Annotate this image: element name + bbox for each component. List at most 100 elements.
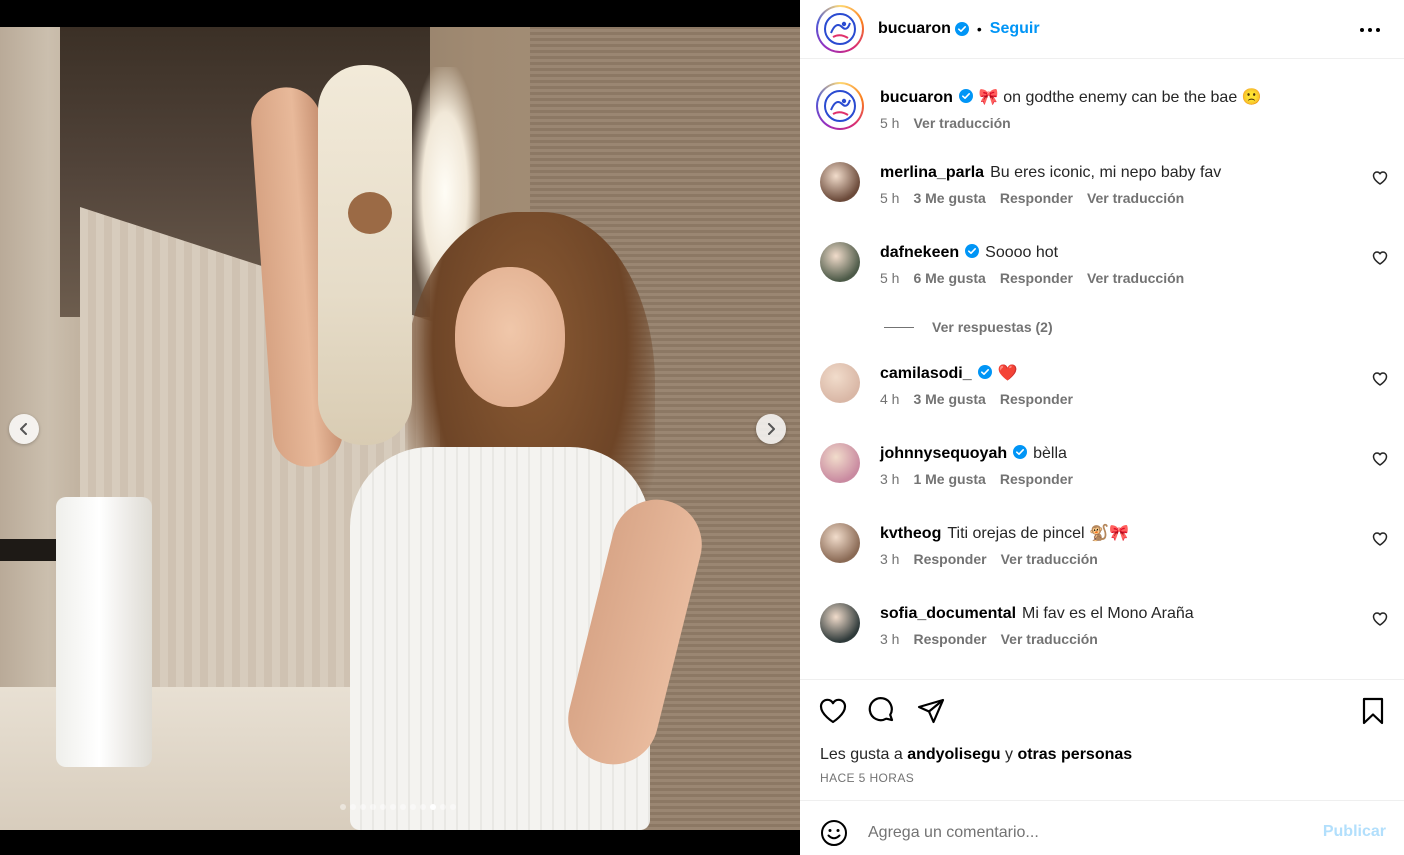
reply-button[interactable]: Responder <box>1000 190 1073 206</box>
comment-time[interactable]: 3 h <box>880 631 899 647</box>
translate-link[interactable]: Ver traducción <box>1001 631 1098 647</box>
likes-conj: y <box>1005 746 1013 763</box>
author-username[interactable]: bucuaron <box>878 20 951 38</box>
bookmark-icon[interactable] <box>1358 696 1388 726</box>
comment-username[interactable]: merlina_parla <box>880 164 984 181</box>
commenter-avatar[interactable] <box>820 363 860 403</box>
comment-username[interactable]: johnnysequoyah <box>880 445 1007 462</box>
comment-time[interactable]: 3 h <box>880 551 899 567</box>
comment-meta: 3 h Responder Ver traducción <box>880 551 1350 567</box>
separator: • <box>976 21 982 37</box>
likes-user[interactable]: andyolisegu <box>907 746 1000 763</box>
reply-button[interactable]: Responder <box>913 631 986 647</box>
comment-likes[interactable]: 3 Me gusta <box>913 391 985 407</box>
translate-link[interactable]: Ver traducción <box>1087 190 1184 206</box>
more-icon <box>1360 28 1380 32</box>
comment-meta: 4 h 3 Me gusta Responder <box>880 391 1350 407</box>
caption-username[interactable]: bucuaron <box>880 89 953 106</box>
carousel-dot <box>410 804 416 810</box>
carousel-dot <box>400 804 406 810</box>
translate-link[interactable]: Ver traducción <box>1001 551 1098 567</box>
post-photo[interactable] <box>0 27 800 830</box>
like-comment-heart-icon[interactable] <box>1372 611 1388 627</box>
comment-time[interactable]: 5 h <box>880 270 899 286</box>
comment-time[interactable]: 3 h <box>880 471 899 487</box>
caption-translate-link[interactable]: Ver traducción <box>913 115 1010 131</box>
author-avatar[interactable] <box>816 5 864 53</box>
post-header: bucuaron • Seguir <box>800 0 1404 59</box>
reply-button[interactable]: Responder <box>1000 391 1073 407</box>
like-comment-heart-icon[interactable] <box>1372 531 1388 547</box>
verified-icon <box>958 89 973 103</box>
comment-text: Soooo hot <box>985 244 1059 261</box>
reply-button[interactable]: Responder <box>913 551 986 567</box>
like-comment-heart-icon[interactable] <box>1372 170 1388 186</box>
heart-icon[interactable] <box>818 696 848 726</box>
more-options-button[interactable] <box>1358 18 1382 42</box>
previous-photo-button[interactable] <box>9 414 39 444</box>
photo-monkey-face <box>348 192 392 234</box>
comment-username[interactable]: kvtheog <box>880 525 941 542</box>
comment-username[interactable]: camilasodi_ <box>880 365 972 382</box>
comment-likes[interactable]: 3 Me gusta <box>913 190 985 206</box>
commenter-avatar[interactable] <box>820 162 860 202</box>
follow-button[interactable]: Seguir <box>990 20 1040 38</box>
reply-button[interactable]: Responder <box>1000 270 1073 286</box>
comment-time[interactable]: 4 h <box>880 391 899 407</box>
verified-icon <box>965 244 980 258</box>
emoji-icon[interactable] <box>820 819 848 847</box>
comment-username[interactable]: sofia_documental <box>880 605 1016 622</box>
comment-body: sofia_documental Mi fav es el Mono Araña 3… <box>880 603 1350 647</box>
add-comment-bar: Publicar <box>800 800 1404 855</box>
comment-meta: 3 h 1 Me gusta Responder <box>880 471 1350 487</box>
caption-text: on godthe enemy can be the bae 🙁 <box>1003 89 1262 106</box>
comment-likes[interactable]: 1 Me gusta <box>913 471 985 487</box>
comment-body: merlina_parla Bu eres iconic, mi nepo bab… <box>880 162 1350 206</box>
verified-icon <box>1013 445 1028 459</box>
likes-others[interactable]: otras personas <box>1017 746 1132 763</box>
next-photo-button[interactable] <box>756 414 786 444</box>
comment-input[interactable] <box>868 821 1288 845</box>
comment-likes[interactable]: 6 Me gusta <box>913 270 985 286</box>
comment-meta: 3 h Responder Ver traducción <box>880 631 1350 647</box>
commenter-avatar[interactable] <box>820 242 860 282</box>
commenter-avatar[interactable] <box>820 603 860 643</box>
publish-button[interactable]: Publicar <box>1323 823 1386 841</box>
post-modal: bucuaron • Seguir bucuaron 🎀 on godthe e… <box>0 0 1404 855</box>
chevron-left-icon <box>20 423 27 435</box>
photo-towel <box>56 497 152 767</box>
commenter-avatar[interactable] <box>820 523 860 563</box>
verified-icon <box>954 22 969 36</box>
carousel-dot <box>390 804 396 810</box>
like-comment-heart-icon[interactable] <box>1372 250 1388 266</box>
carousel-dot <box>440 804 446 810</box>
like-comment-heart-icon[interactable] <box>1372 451 1388 467</box>
verified-icon <box>977 365 992 379</box>
comments-list[interactable]: bucuaron 🎀 on godthe enemy can be the bae… <box>800 68 1404 680</box>
comment-body: camilasodi_ ❤️ 4 h 3 Me gusta Responder <box>880 363 1350 407</box>
share-icon[interactable] <box>916 696 946 726</box>
view-replies-button[interactable]: Ver respuestas (2) <box>884 319 1053 335</box>
translate-link[interactable]: Ver traducción <box>1087 270 1184 286</box>
comment-meta: 5 h 3 Me gusta Responder Ver traducción <box>880 190 1350 206</box>
caption-time[interactable]: 5 h <box>880 115 899 131</box>
carousel-dot <box>370 804 376 810</box>
comment-body: johnnysequoyah bèlla 3 h 1 Me gusta Responde… <box>880 443 1350 487</box>
comment-icon[interactable] <box>866 696 896 726</box>
photo-plush-monkey <box>318 65 412 445</box>
comment-text: Titi orejas de pincel 🐒🎀 <box>947 525 1129 542</box>
view-replies-label: Ver respuestas (2) <box>932 319 1053 335</box>
comment-username[interactable]: dafnekeen <box>880 244 959 261</box>
chevron-right-icon <box>768 423 775 435</box>
post-timestamp[interactable]: HACE 5 HORAS <box>820 771 914 785</box>
reply-button[interactable]: Responder <box>1000 471 1073 487</box>
like-comment-heart-icon[interactable] <box>1372 371 1388 387</box>
comment-text: ❤️ <box>997 365 1018 382</box>
comment-meta: 5 h 6 Me gusta Responder Ver traducción <box>880 270 1350 286</box>
commenter-avatar[interactable] <box>820 443 860 483</box>
carousel-dot <box>350 804 356 810</box>
comment-time[interactable]: 5 h <box>880 190 899 206</box>
carousel-dot <box>360 804 366 810</box>
caption-avatar[interactable] <box>816 82 864 130</box>
carousel-dot <box>420 804 426 810</box>
